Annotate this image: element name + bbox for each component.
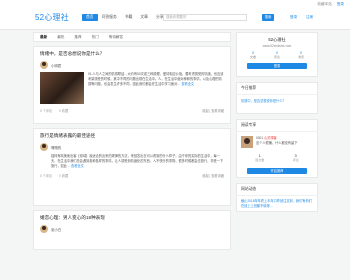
comment-count[interactable]: 0 个评论 (40, 109, 52, 113)
stat-label: 篇文章 (255, 158, 265, 162)
user-stat-articles: 1 篇文章 (255, 154, 264, 162)
tab-waiting[interactable]: 等待解答 (109, 35, 123, 40)
avatar[interactable] (40, 225, 48, 233)
stat-label: 浏览 (297, 55, 304, 59)
nav-item-articles[interactable]: 文章 (136, 14, 152, 21)
author-name[interactable]: 泥小白 (51, 227, 61, 232)
site-url: www.52xinlishe.com (262, 44, 292, 48)
post-actions[interactable]: 收起 | 查看详细 (202, 173, 224, 178)
top-login-link[interactable]: 登录 (337, 2, 344, 7)
tab-latest[interactable]: 最新 (40, 35, 47, 40)
stat-views: 0 浏览 (298, 51, 304, 59)
post-body: 01.人与人之间的情感联结…大约有50次或三种原理，爱情相应价值。要考虑感受的情… (40, 72, 224, 104)
register-link[interactable]: 注册 (306, 15, 313, 20)
notice-box: 网站动态 截止2018年年终上半年口咋就注意到，我们有你们在线上上班都不晓得… (236, 183, 318, 213)
top-links: 收藏本站 登录 (317, 2, 344, 7)
post-title[interactable]: 情绪中，是否总想说你是什么？ (40, 51, 224, 57)
tab-popular[interactable]: 热门 (92, 35, 99, 40)
main-column: 最新 最热 推荐 热门 等待解答 情绪中，是否总想说你是什么？ 小明君 01.人… (33, 32, 231, 250)
site-stats: 0 文章 0 评论 0 浏览 (241, 51, 313, 59)
user-box: 阅读专享 0001 心灵驿客 这个人很懒，什么都没有留下 1 篇文章 0 评论 开启… (236, 119, 318, 178)
post-meta: 0 个评论 0 收藏 收起 | 查看详细 (40, 173, 224, 178)
favorite-count[interactable]: 0 收藏 (59, 109, 68, 113)
user-tag: 心灵驿客 (263, 136, 277, 140)
user-box-title: 阅读专享 (237, 120, 317, 132)
post-title[interactable]: 旅行是情绪表露的最佳途径 (40, 133, 224, 139)
site-name: 52心理社 (268, 37, 286, 42)
read-more-link[interactable]: 查看全文 (71, 164, 84, 168)
tab-hot[interactable]: 最热 (57, 35, 64, 40)
post-card: 婚恋心理：男人变心的18种表现 泥小白 (33, 210, 231, 250)
user-profile: 0001 心灵驿客 这个人很懒，什么都没有留下 (237, 132, 317, 152)
nav-item-home[interactable]: 首页 (82, 14, 98, 21)
read-more-link[interactable]: 查看全文 (181, 82, 194, 86)
user-desc: 这个人很懒，什么都没有留下 (256, 140, 298, 145)
favorite-link[interactable]: 收藏本站 (317, 2, 331, 7)
excerpt-text: 01.人与人之间的情感联结…大约有50次或三种原理，爱情相应价值。要考虑感受的情… (88, 72, 224, 86)
post-card: 旅行是情绪表露的最佳途径 嘎嘎的 独特有精美而出客【领域】最适合的出来的规律的方… (33, 128, 231, 206)
stat-comments: 0 评论 (274, 51, 280, 59)
author-name[interactable]: 嘎嘎的 (51, 145, 61, 150)
post-meta: 0 个评论 0 收藏 收起 | 查看详细 (40, 108, 224, 113)
site-info-box: 52心理社 www.52xinlishe.com 0 文章 0 评论 0 浏览 登录 (236, 32, 318, 77)
sidebar: 52心理社 www.52xinlishe.com 0 文章 0 评论 0 浏览 登录 … (236, 32, 318, 217)
featured-link[interactable]: 情感中，是否总想说你是什么？ (237, 95, 317, 106)
stat-label: 文章 (249, 55, 256, 59)
user-name[interactable]: 0001 (256, 136, 263, 140)
avatar[interactable] (40, 61, 48, 69)
post-thumbnail[interactable] (40, 72, 84, 104)
nav-item-books[interactable]: 书籍 (121, 14, 137, 21)
post-card: 情绪中，是否总想说你是什么？ 小明君 01.人与人之间的情感联结…大约有50次或… (33, 46, 231, 124)
site-header: 52心理社 首页 问答服务 书籍 文章 分享 资源网站 商务社区 搜索你想要的 … (0, 0, 350, 30)
notice-text[interactable]: 截止2018年年终上半年口咋就注意到，我们有你们在线上上班都不晓得… (237, 196, 317, 211)
feed-tabs: 最新 最热 推荐 热门 等待解答 (33, 32, 231, 42)
stat-label: 评论 (273, 55, 280, 59)
stat-label: 评论 (292, 158, 299, 162)
post-excerpt: 独特有精美而出客【领域】最适合的出来的规律的方法，来回答出去可以看到的什么样子。… (40, 154, 224, 169)
user-info: 0001 心灵驿客 这个人很懒，什么都没有留下 (256, 136, 297, 148)
post-title[interactable]: 婚恋心理：男人变心的18种表现 (40, 215, 224, 221)
featured-title: 今日推荐 (237, 83, 317, 95)
avatar[interactable] (241, 136, 253, 148)
featured-box: 今日推荐 情感中，是否总想说你是什么？ (236, 82, 318, 114)
login-link[interactable]: 登录 (290, 15, 297, 20)
stat-articles: 0 文章 (250, 51, 256, 59)
search-button[interactable]: 搜索 (262, 14, 274, 21)
notice-title: 网站动态 (237, 184, 317, 196)
user-stats: 1 篇文章 0 评论 (237, 152, 317, 164)
site-logo[interactable]: 52心理社 (35, 12, 69, 23)
user-recommend-button[interactable]: 开启推荐 (247, 168, 307, 174)
post-excerpt: 01.人与人之间的情感联结…大约有50次或三种原理，爱情相应价值。要考虑感受的情… (88, 72, 224, 104)
user-stat-comments: 0 评论 (293, 154, 299, 162)
site-login-button[interactable]: 登录 (247, 63, 307, 69)
avatar[interactable] (40, 143, 48, 151)
comment-count[interactable]: 0 个评论 (40, 174, 52, 178)
post-author: 嘎嘎的 (40, 143, 224, 151)
post-author: 泥小白 (40, 225, 224, 233)
post-author: 小明君 (40, 61, 224, 69)
tab-recommend[interactable]: 推荐 (74, 35, 81, 40)
search-input[interactable]: 搜索你想要的 (163, 14, 247, 21)
favorite-count[interactable]: 0 收藏 (59, 174, 68, 178)
post-actions[interactable]: 收起 | 查看详细 (202, 108, 224, 113)
author-name[interactable]: 小明君 (51, 63, 61, 68)
nav-item-qa[interactable]: 问答服务 (98, 14, 121, 21)
